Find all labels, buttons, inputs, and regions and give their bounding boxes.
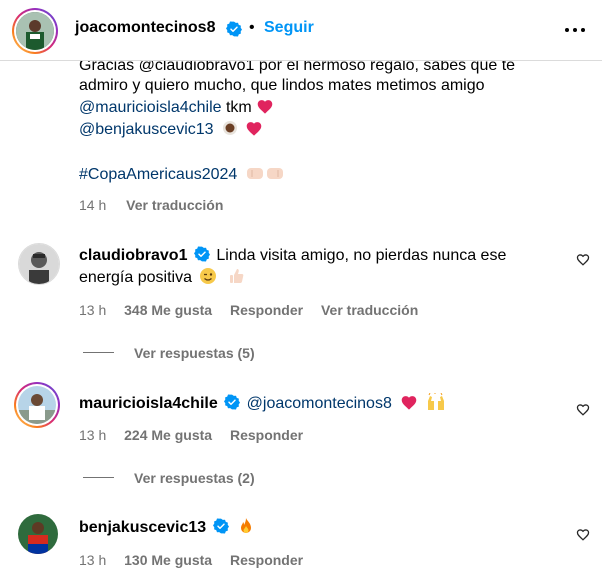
verified-badge-icon xyxy=(224,394,241,410)
caption-line-3: @mauricioisla4chile tkm xyxy=(79,97,274,118)
heart-outline-icon[interactable] xyxy=(576,528,590,541)
caption-line-4: @benjakuscevic13 xyxy=(79,119,263,140)
comment-2-time[interactable]: 13 h xyxy=(79,427,106,443)
comment-2-username[interactable]: mauricioisla4chile xyxy=(79,395,218,412)
red-heart-icon xyxy=(257,100,273,114)
caption-time[interactable]: 14 h xyxy=(79,197,106,213)
comment-1-username[interactable]: claudiobravo1 xyxy=(79,247,187,264)
avatar-mauricioisla4chile[interactable] xyxy=(18,386,56,424)
more-options-icon[interactable] xyxy=(564,24,586,36)
hashtag-copaamerica[interactable]: #CopaAmericaus2024 xyxy=(79,166,237,183)
red-heart-icon xyxy=(402,396,417,410)
mention-benjakuscevic13[interactable]: @benjakuscevic13 xyxy=(79,121,214,138)
caption-meta: 14 h Ver traducción xyxy=(79,197,223,213)
caption-translate-button[interactable]: Ver traducción xyxy=(126,197,223,213)
comment-2-text: mauricioisla4chile @joacomontecinos8 xyxy=(79,392,446,415)
avatar-benjakuscevic13[interactable] xyxy=(18,514,58,554)
caption-line-5: #CopaAmericaus2024 xyxy=(79,164,286,185)
header-avatar-ring[interactable] xyxy=(12,8,58,54)
comment-1-time[interactable]: 13 h xyxy=(79,302,106,318)
fist-bump-icon xyxy=(246,168,283,179)
comment-1-body-line2: energía positiva xyxy=(79,269,192,286)
comment-2-reply-button[interactable]: Responder xyxy=(230,427,303,443)
follow-button[interactable]: Seguir xyxy=(264,19,314,37)
comment-1-likes[interactable]: 348 Me gusta xyxy=(124,302,212,318)
comment-3-likes[interactable]: 130 Me gusta xyxy=(124,552,212,568)
comment-1-reply-button[interactable]: Responder xyxy=(230,302,303,318)
comment-3-meta: 13 h 130 Me gusta Responder xyxy=(79,552,303,568)
comment-1-meta: 13 h 348 Me gusta Responder Ver traducci… xyxy=(79,302,418,318)
caption-line-2: admiro y quiero mucho, que lindos mates … xyxy=(79,77,485,94)
replies-divider xyxy=(83,477,114,478)
verified-badge-icon xyxy=(212,518,229,534)
replies-divider xyxy=(83,352,114,353)
comment-3-username[interactable]: benjakuscevic13 xyxy=(79,519,206,536)
header-username[interactable]: joacomontecinos8 xyxy=(75,19,215,37)
wink-emoji-icon xyxy=(200,268,217,284)
fire-icon xyxy=(241,518,252,533)
comment-3-reply-button[interactable]: Responder xyxy=(230,552,303,568)
comment-1-text: claudiobravo1 Linda visita amigo, no pie… xyxy=(79,245,506,289)
caption-tkm: tkm xyxy=(225,99,252,116)
verified-badge-icon xyxy=(226,21,242,37)
mention-mauricioisla4chile[interactable]: @mauricioisla4chile xyxy=(79,99,222,116)
post-header: joacomontecinos8 • Seguir xyxy=(0,0,602,61)
avatar-claudiobravo1[interactable] xyxy=(18,243,60,285)
heart-outline-icon[interactable] xyxy=(576,253,590,266)
mate-cup-icon xyxy=(223,121,237,135)
comment-1-view-replies[interactable]: Ver respuestas (5) xyxy=(134,345,255,361)
verified-badge-icon xyxy=(193,246,210,262)
comment-2-view-replies[interactable]: Ver respuestas (2) xyxy=(134,470,255,486)
thumbs-up-icon xyxy=(229,269,244,283)
mention-joacomontecinos8[interactable]: @joacomontecinos8 xyxy=(247,395,392,412)
header-separator: • xyxy=(249,19,255,36)
comment-2-likes[interactable]: 224 Me gusta xyxy=(124,427,212,443)
comment-2-meta: 13 h 224 Me gusta Responder xyxy=(79,427,303,443)
avatar-ring-mauricioisla4chile[interactable] xyxy=(14,382,60,428)
comment-1-body-line1: Linda visita amigo, no pierdas nunca ese xyxy=(216,247,507,264)
red-heart-icon xyxy=(247,122,262,136)
comment-3-time[interactable]: 13 h xyxy=(79,552,106,568)
heart-outline-icon[interactable] xyxy=(576,403,590,416)
header-avatar[interactable] xyxy=(16,12,54,50)
comment-3-text: benjakuscevic13 xyxy=(79,517,254,539)
raised-hands-icon xyxy=(427,392,444,410)
comment-1-translate-button[interactable]: Ver traducción xyxy=(321,302,418,318)
